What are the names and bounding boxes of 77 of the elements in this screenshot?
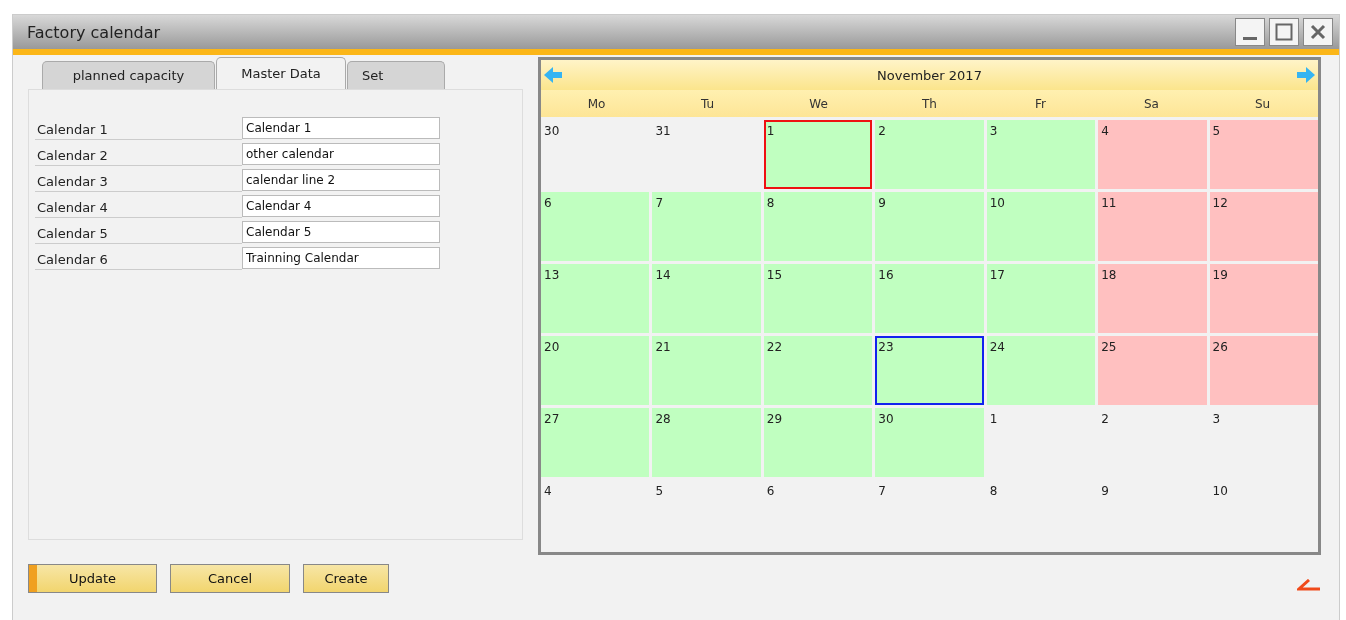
action-button[interactable]: Update	[28, 564, 157, 593]
day-cell[interactable]: 7	[875, 480, 984, 549]
day-cell[interactable]: 17	[986, 264, 1096, 333]
day-cell[interactable]: 4	[541, 480, 650, 549]
day-cell[interactable]: 14	[652, 264, 761, 333]
day-cell[interactable]: 3	[1209, 408, 1318, 477]
day-cell[interactable]: 30	[541, 120, 650, 189]
field-label: Calendar 5	[35, 226, 242, 244]
day-cell[interactable]: 12	[1209, 192, 1318, 261]
tab[interactable]: Master Data	[216, 57, 346, 89]
day-cell[interactable]: 15	[763, 264, 873, 333]
day-cell[interactable]: 9	[1098, 480, 1207, 549]
day-cell[interactable]: 8	[986, 480, 1096, 549]
day-cell[interactable]: 10	[986, 192, 1096, 261]
day-cell[interactable]: 6	[763, 480, 873, 549]
input-field[interactable]: other calendar	[242, 143, 440, 165]
day-cell[interactable]: 13	[541, 264, 650, 333]
day-cell[interactable]: 1	[986, 408, 1096, 477]
day-cell[interactable]: 30	[875, 408, 984, 477]
field-label: Calendar 3	[35, 174, 242, 192]
tab[interactable]: planned capacity	[42, 61, 215, 89]
day-cell[interactable]: 5	[1209, 120, 1318, 189]
day-cell[interactable]: 24	[986, 336, 1096, 405]
day-cell[interactable]: 4	[1098, 120, 1207, 189]
action-button[interactable]: Create	[303, 564, 389, 593]
day-cell[interactable]: 7	[652, 192, 761, 261]
input-field[interactable]: Calendar 1	[242, 117, 440, 139]
day-cell[interactable]: 18	[1098, 264, 1207, 333]
left-arrow-icon	[543, 65, 563, 85]
corner-mark-icon	[1297, 579, 1321, 591]
day-cell[interactable]: 1	[763, 120, 873, 189]
day-cell[interactable]: 5	[652, 480, 761, 549]
weekday-label: Su	[1253, 96, 1272, 111]
day-cell[interactable]: 21	[652, 336, 761, 405]
day-cell[interactable]: 26	[1209, 336, 1318, 405]
tab[interactable]: Set	[347, 61, 445, 89]
day-cell[interactable]: 9	[875, 192, 984, 261]
day-cell[interactable]: 10	[1209, 480, 1318, 549]
weekday-label: Tu	[699, 96, 716, 111]
weekday-label: We	[808, 96, 829, 111]
day-cell[interactable]: 23	[875, 336, 984, 405]
day-cell[interactable]: 3	[986, 120, 1096, 189]
input-field[interactable]: Trainning Calendar	[242, 247, 440, 269]
day-cell[interactable]: 25	[1098, 336, 1207, 405]
input-field[interactable]: Calendar 5	[242, 221, 440, 243]
day-cell[interactable]: 19	[1209, 264, 1318, 333]
day-cell[interactable]: 8	[763, 192, 873, 261]
weekday-label: Th	[921, 96, 938, 111]
weekday-label: Sa	[1143, 96, 1160, 111]
day-cell[interactable]: 27	[541, 408, 650, 477]
weekday-label: Mo	[586, 96, 607, 111]
day-cell[interactable]: 20	[541, 336, 650, 405]
maximize-icon	[1273, 21, 1295, 43]
day-cell[interactable]: 16	[875, 264, 984, 333]
field-label: Calendar 2	[35, 148, 242, 166]
window-title: Factory calendar	[27, 22, 161, 42]
day-cell[interactable]: 28	[652, 408, 761, 477]
action-button[interactable]: Cancel	[170, 564, 290, 593]
minimize-icon	[1243, 36, 1257, 40]
month-title: November 2017	[877, 67, 982, 83]
day-cell[interactable]: 2	[875, 120, 984, 189]
close-button[interactable]	[1303, 18, 1333, 46]
day-cell[interactable]: 11	[1098, 192, 1207, 261]
maximize-button[interactable]	[1269, 18, 1299, 46]
day-cell[interactable]: 22	[763, 336, 873, 405]
field-label: Calendar 4	[35, 200, 242, 218]
day-cell[interactable]: 2	[1098, 408, 1207, 477]
day-cell[interactable]: 29	[763, 408, 873, 477]
input-field[interactable]: calendar line 2	[242, 169, 440, 191]
day-cell[interactable]: 6	[541, 192, 650, 261]
weekday-label: Fr	[1034, 96, 1047, 111]
day-cell[interactable]: 31	[652, 120, 761, 189]
field-label: Calendar 1	[35, 122, 242, 140]
right-arrow-icon	[1296, 65, 1316, 85]
minimize-button[interactable]	[1235, 18, 1265, 46]
field-label: Calendar 6	[35, 252, 242, 270]
input-field[interactable]: Calendar 4	[242, 195, 440, 217]
